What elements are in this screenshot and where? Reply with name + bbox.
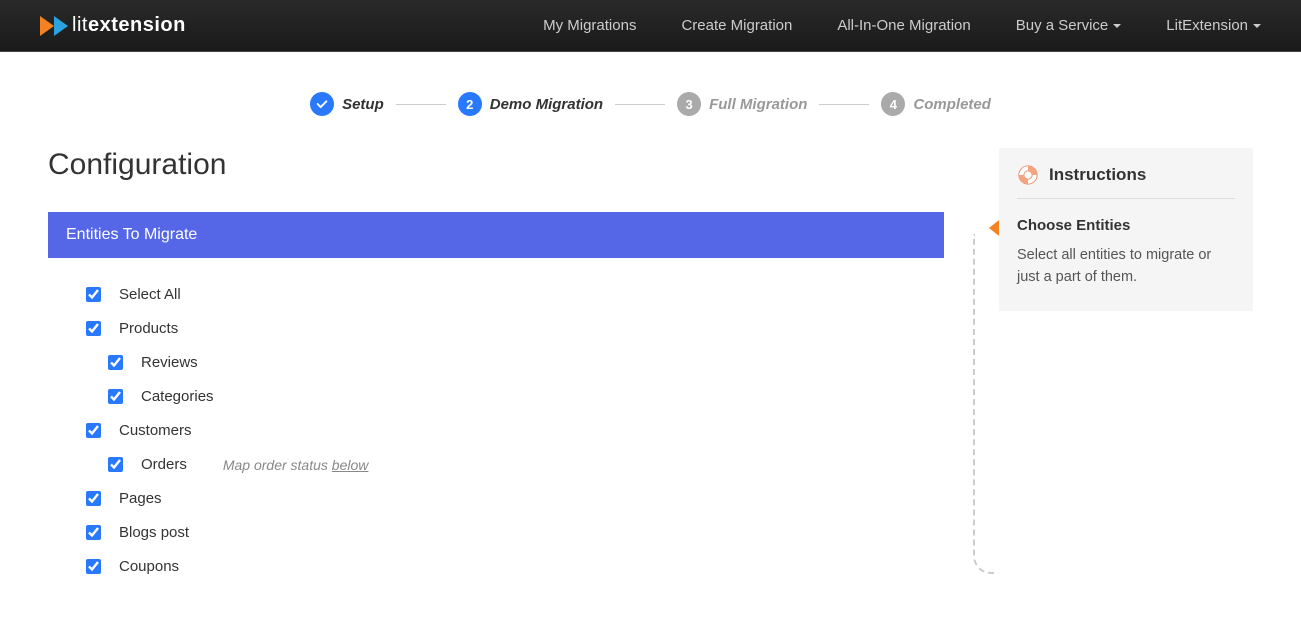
checkbox-categories[interactable] [108, 389, 123, 404]
step-number-badge: 2 [458, 92, 482, 116]
instructions-subtitle: Choose Entities [1017, 217, 1235, 234]
entity-select-all: Select All [86, 286, 944, 303]
top-nav: litextension My Migrations Create Migrat… [0, 0, 1301, 52]
label-orders: Orders [141, 456, 187, 473]
step-completed[interactable]: 4 Completed [881, 92, 991, 116]
entity-categories: Categories [108, 388, 944, 405]
label-categories: Categories [141, 388, 214, 405]
instructions-header: Instructions [1017, 164, 1235, 199]
section-entities-header: Entities To Migrate [48, 212, 944, 258]
label-pages: Pages [119, 490, 162, 507]
step-completed-label: Completed [913, 96, 991, 113]
entity-products: Products [86, 320, 944, 337]
nav-my-migrations[interactable]: My Migrations [543, 17, 636, 34]
brand-logo[interactable]: litextension [40, 14, 186, 38]
checkbox-blogs[interactable] [86, 525, 101, 540]
caret-down-icon [1253, 24, 1261, 28]
label-reviews: Reviews [141, 354, 198, 371]
progress-stepper: Setup 2 Demo Migration 3 Full Migration … [0, 92, 1301, 116]
caret-down-icon [1113, 24, 1121, 28]
instructions-title: Instructions [1049, 165, 1146, 185]
label-select-all: Select All [119, 286, 181, 303]
orders-hint: Map order status below [223, 457, 369, 473]
label-customers: Customers [119, 422, 192, 439]
page-title: Configuration [48, 148, 944, 182]
entity-reviews: Reviews [108, 354, 944, 371]
checkbox-reviews[interactable] [108, 355, 123, 370]
nav-litextension-label: LitExtension [1166, 17, 1248, 34]
entities-list: Select All Products Reviews Categories C… [48, 258, 944, 575]
nav-buy-service-label: Buy a Service [1016, 17, 1109, 34]
brand-text: litextension [72, 14, 186, 37]
step-setup-label: Setup [342, 96, 384, 113]
step-full-migration[interactable]: 3 Full Migration [677, 92, 807, 116]
step-demo-migration[interactable]: 2 Demo Migration [458, 92, 603, 116]
step-divider [615, 104, 665, 105]
nav-litextension[interactable]: LitExtension [1166, 17, 1261, 34]
checkbox-orders[interactable] [108, 457, 123, 472]
label-blogs: Blogs post [119, 524, 189, 541]
label-coupons: Coupons [119, 558, 179, 575]
entity-customers: Customers [86, 422, 944, 439]
nav-menu: My Migrations Create Migration All-In-On… [543, 17, 1261, 34]
check-icon [310, 92, 334, 116]
instructions-panel: Instructions Choose Entities Select all … [999, 148, 1253, 311]
step-number-badge: 4 [881, 92, 905, 116]
logo-icon [40, 14, 68, 38]
lifebuoy-icon [1017, 164, 1039, 186]
step-divider [396, 104, 446, 105]
main-content: Configuration Entities To Migrate Select… [0, 148, 1301, 632]
checkbox-customers[interactable] [86, 423, 101, 438]
nav-buy-service[interactable]: Buy a Service [1016, 17, 1122, 34]
instructions-text: Select all entities to migrate or just a… [1017, 244, 1235, 289]
entity-blogs: Blogs post [86, 524, 944, 541]
orders-hint-link[interactable]: below [332, 457, 369, 473]
step-demo-label: Demo Migration [490, 96, 603, 113]
step-number-badge: 3 [677, 92, 701, 116]
checkbox-pages[interactable] [86, 491, 101, 506]
config-panel: Configuration Entities To Migrate Select… [48, 148, 944, 592]
label-products: Products [119, 320, 178, 337]
nav-create-migration[interactable]: Create Migration [681, 17, 792, 34]
step-full-label: Full Migration [709, 96, 807, 113]
checkbox-select-all[interactable] [86, 287, 101, 302]
entity-coupons: Coupons [86, 558, 944, 575]
step-divider [819, 104, 869, 105]
step-setup[interactable]: Setup [310, 92, 384, 116]
entity-pages: Pages [86, 490, 944, 507]
dashed-connector [973, 234, 995, 574]
orders-hint-prefix: Map order status [223, 457, 332, 473]
nav-aio-migration[interactable]: All-In-One Migration [837, 17, 970, 34]
checkbox-products[interactable] [86, 321, 101, 336]
checkbox-coupons[interactable] [86, 559, 101, 574]
entity-orders: Orders Map order status below [108, 456, 944, 473]
